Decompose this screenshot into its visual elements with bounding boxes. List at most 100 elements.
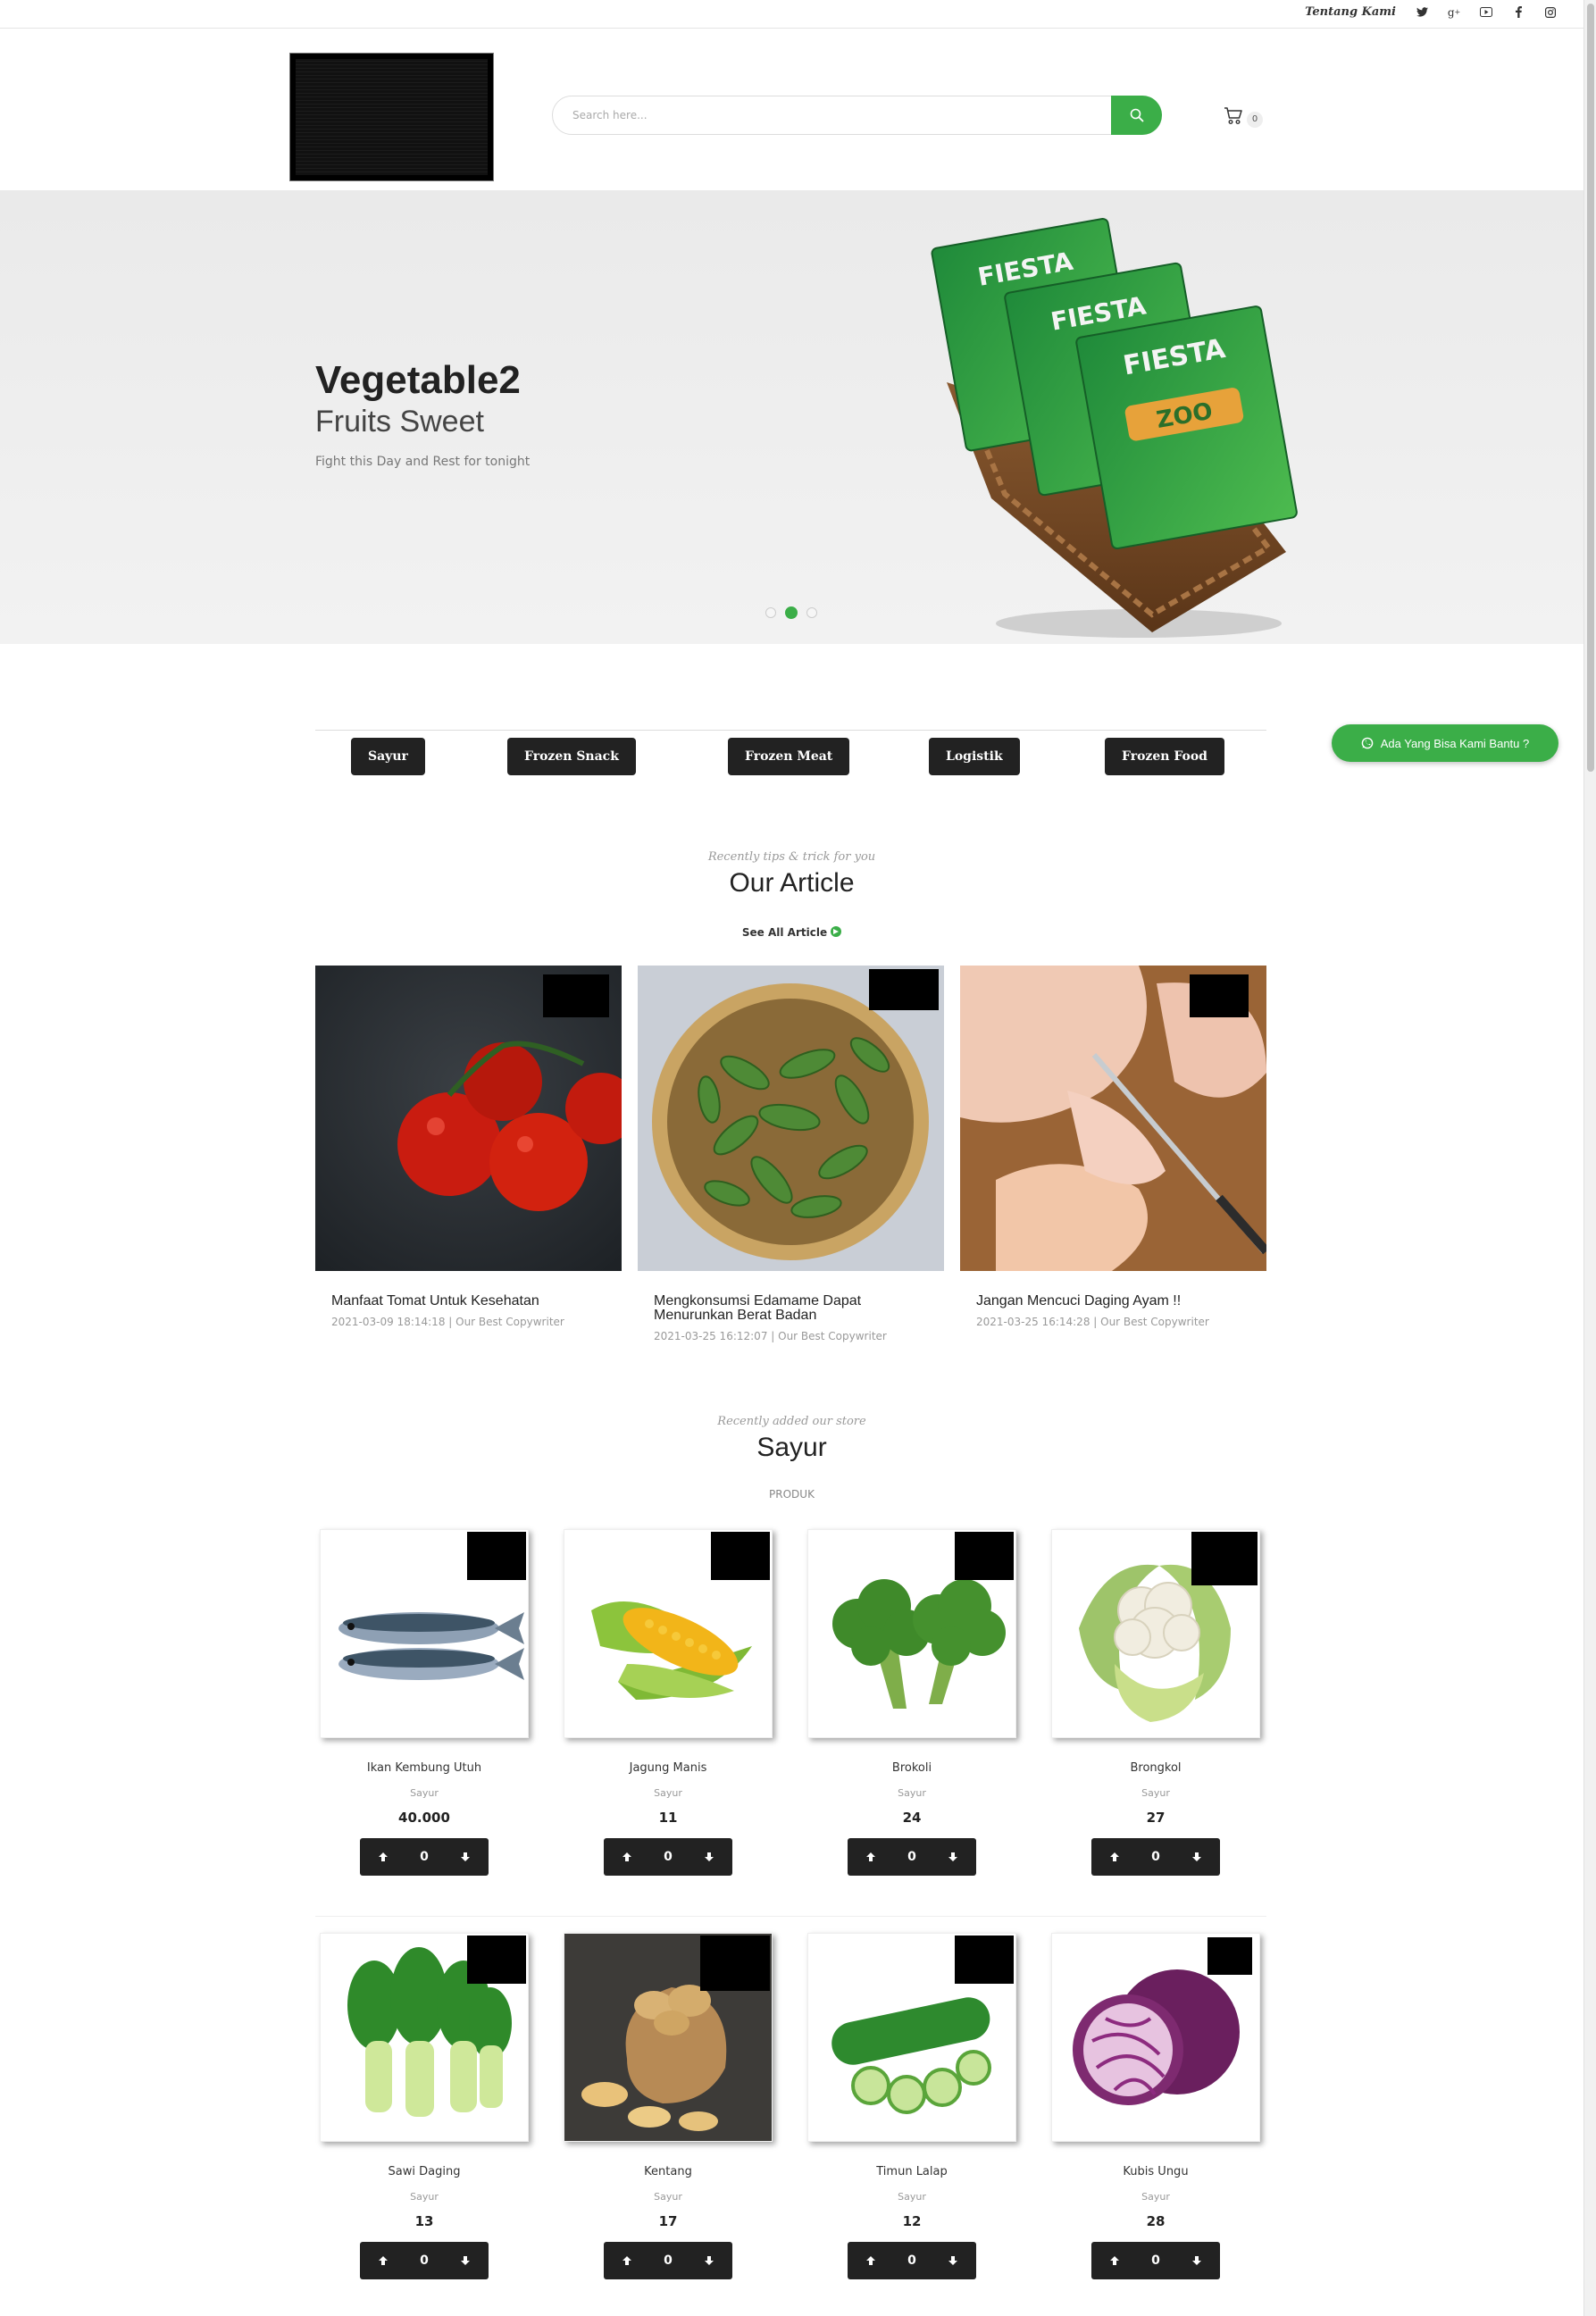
- increase-arrow-icon[interactable]: [372, 1846, 394, 1868]
- see-all-articles-label: See All Article: [741, 926, 828, 939]
- product-name[interactable]: Brongkol: [1051, 1761, 1260, 1775]
- article-title[interactable]: Jangan Mencuci Daging Ayam !!: [976, 1294, 1250, 1308]
- scrollbar-thumb[interactable]: [1587, 4, 1594, 772]
- product-image[interactable]: [1051, 1933, 1260, 2142]
- decrease-arrow-icon[interactable]: [1186, 1846, 1207, 1868]
- increase-arrow-icon[interactable]: [616, 1846, 638, 1868]
- products-eyebrow: Recently added our store: [717, 1415, 866, 1428]
- product-category: Sayur: [1141, 1787, 1170, 1799]
- search-input[interactable]: [572, 106, 1073, 124]
- product-name[interactable]: Brokoli: [807, 1761, 1016, 1775]
- product-category: Sayur: [654, 1787, 682, 1799]
- product-image[interactable]: [320, 1529, 529, 1738]
- facebook-icon[interactable]: [1512, 6, 1525, 19]
- product-image[interactable]: [564, 1933, 773, 2142]
- hero-subtitle: Fruits Sweet: [315, 405, 484, 439]
- search-button[interactable]: [1111, 96, 1162, 135]
- decrease-arrow-icon[interactable]: [698, 2250, 720, 2271]
- product-card[interactable]: Brongkol Sayur 27 0: [1051, 1529, 1260, 1876]
- products-label: PRODUK: [769, 1488, 815, 1501]
- product-name[interactable]: Sawi Daging: [320, 2165, 529, 2178]
- article-title[interactable]: Manfaat Tomat Untuk Kesehatan: [331, 1294, 606, 1308]
- article-image[interactable]: [315, 966, 622, 1271]
- quantity-value: 0: [664, 2253, 673, 2268]
- quantity-value: 0: [907, 2253, 916, 2268]
- article-image-badge: [543, 974, 609, 1017]
- product-name[interactable]: Ikan Kembung Utuh: [320, 1761, 529, 1775]
- product-price: 12: [902, 2213, 922, 2229]
- increase-arrow-icon[interactable]: [616, 2250, 638, 2271]
- see-all-articles-link[interactable]: See All Article: [0, 926, 1583, 939]
- product-name[interactable]: Kubis Ungu: [1051, 2165, 1260, 2178]
- category-button-frozen-food[interactable]: Frozen Food: [1105, 738, 1224, 775]
- site-logo[interactable]: [289, 53, 494, 181]
- article-image[interactable]: [960, 966, 1266, 1271]
- product-price: 40.000: [398, 1810, 450, 1826]
- decrease-arrow-icon[interactable]: [455, 1846, 476, 1868]
- product-image-badge: [700, 1936, 770, 1991]
- article-title[interactable]: Mengkonsumsi Edamame Dapat Menurunkan Be…: [654, 1294, 928, 1323]
- product-card[interactable]: Timun Lalap Sayur 12 0: [807, 1933, 1016, 2279]
- whatsapp-help-button[interactable]: Ada Yang Bisa Kami Bantu ?: [1332, 724, 1558, 762]
- quantity-stepper: 0: [848, 2242, 976, 2279]
- slider-dots: [765, 606, 817, 619]
- slider-dot[interactable]: [765, 607, 776, 618]
- cart-icon: [1224, 107, 1242, 124]
- product-price: 24: [902, 1810, 922, 1826]
- product-price: 17: [658, 2213, 678, 2229]
- product-category: Sayur: [898, 2191, 926, 2203]
- category-button-logistik[interactable]: Logistik: [929, 738, 1020, 775]
- quantity-stepper: 0: [360, 1838, 489, 1876]
- product-image[interactable]: [564, 1529, 773, 1738]
- instagram-icon[interactable]: [1544, 6, 1557, 19]
- twitter-icon[interactable]: [1416, 6, 1428, 19]
- cart-button[interactable]: 0: [1224, 105, 1263, 128]
- increase-arrow-icon[interactable]: [860, 2250, 882, 2271]
- product-name[interactable]: Jagung Manis: [564, 1761, 773, 1775]
- increase-arrow-icon[interactable]: [860, 1846, 882, 1868]
- increase-arrow-icon[interactable]: [1104, 1846, 1125, 1868]
- article-card[interactable]: Mengkonsumsi Edamame Dapat Menurunkan Be…: [638, 966, 944, 1342]
- article-image-badge: [869, 969, 939, 1010]
- article-image[interactable]: [638, 966, 944, 1271]
- decrease-arrow-icon[interactable]: [942, 1846, 964, 1868]
- product-card[interactable]: Jagung Manis Sayur 11 0: [564, 1529, 773, 1876]
- slider-dot[interactable]: [806, 607, 817, 618]
- product-card[interactable]: Brokoli Sayur 24 0: [807, 1529, 1016, 1876]
- product-card[interactable]: Kentang Sayur 17 0: [564, 1933, 773, 2279]
- product-card[interactable]: Ikan Kembung Utuh Sayur 40.000 0: [320, 1529, 529, 1876]
- about-link[interactable]: Tentang Kami: [1305, 5, 1396, 19]
- decrease-arrow-icon[interactable]: [455, 2250, 476, 2271]
- decrease-arrow-icon[interactable]: [1186, 2250, 1207, 2271]
- product-name[interactable]: Timun Lalap: [807, 2165, 1016, 2178]
- category-button-frozen-snack[interactable]: Frozen Snack: [507, 738, 636, 775]
- product-image[interactable]: [807, 1529, 1016, 1738]
- increase-arrow-icon[interactable]: [372, 2250, 394, 2271]
- product-image[interactable]: [320, 1933, 529, 2142]
- category-button-frozen-meat[interactable]: Frozen Meat: [728, 738, 850, 775]
- decrease-arrow-icon[interactable]: [942, 2250, 964, 2271]
- article-card[interactable]: Jangan Mencuci Daging Ayam !! 2021-03-25…: [960, 966, 1266, 1328]
- whatsapp-help-label: Ada Yang Bisa Kami Bantu ?: [1380, 736, 1530, 750]
- page-scrollbar[interactable]: [1583, 0, 1596, 2316]
- products-title: Sayur: [756, 1433, 827, 1462]
- product-image-badge: [1207, 1937, 1252, 1975]
- product-price: 13: [414, 2213, 434, 2229]
- youtube-icon[interactable]: [1480, 6, 1492, 19]
- product-image-badge: [467, 1936, 526, 1984]
- slider-dot-active[interactable]: [785, 606, 798, 619]
- decrease-arrow-icon[interactable]: [698, 1846, 720, 1868]
- increase-arrow-icon[interactable]: [1104, 2250, 1125, 2271]
- article-card[interactable]: Manfaat Tomat Untuk Kesehatan 2021-03-09…: [315, 966, 622, 1328]
- product-image[interactable]: [1051, 1529, 1260, 1738]
- top-bar: Tentang Kami g +: [0, 0, 1583, 29]
- product-card[interactable]: Sawi Daging Sayur 13 0: [320, 1933, 529, 2279]
- product-card[interactable]: Kubis Ungu Sayur 28 0: [1051, 1933, 1260, 2279]
- product-category: Sayur: [410, 2191, 439, 2203]
- product-image[interactable]: [807, 1933, 1016, 2142]
- google-plus-icon[interactable]: g +: [1448, 6, 1460, 19]
- article-meta: 2021-03-25 16:14:28 | Our Best Copywrite…: [976, 1316, 1209, 1328]
- product-price: 11: [658, 1810, 678, 1826]
- category-button-sayur[interactable]: Sayur: [351, 738, 425, 775]
- product-name[interactable]: Kentang: [564, 2165, 773, 2178]
